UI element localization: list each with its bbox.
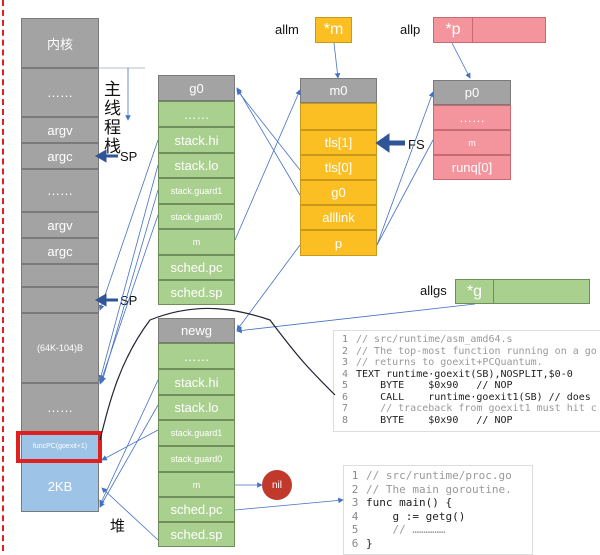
arrows-layer [94, 42, 476, 541]
